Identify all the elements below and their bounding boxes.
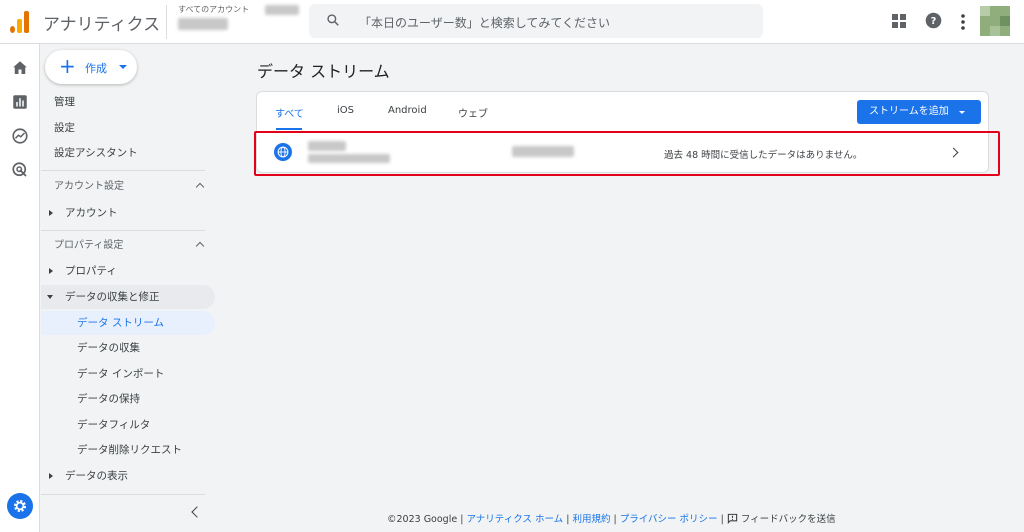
account-name-redacted xyxy=(178,18,228,30)
admin-nav: + 作成 管理 設定 設定アシスタント アカウント設定 アカウント プロパティ設… xyxy=(41,44,216,532)
add-stream-label: ストリームを追加 xyxy=(869,106,949,117)
top-app-bar: アナリティクス すべてのアカウント 「本日のユーザー数」と検索してみてください … xyxy=(0,0,1024,44)
footer-sep: | xyxy=(460,514,464,525)
footer-sep: | xyxy=(566,514,570,525)
nav-item-data-streams[interactable]: データ ストリーム xyxy=(41,311,215,335)
tab-web[interactable]: ウェブ xyxy=(458,105,488,120)
search-input[interactable]: 「本日のユーザー数」と検索してみてください xyxy=(359,14,610,31)
active-tab-indicator xyxy=(276,128,302,130)
nav-item-admin[interactable]: 管理 xyxy=(41,90,215,114)
expand-down-icon xyxy=(47,295,53,299)
nav-item-data-import[interactable]: データ インポート xyxy=(41,362,215,386)
admin-settings-button[interactable] xyxy=(7,493,33,519)
footer-link-terms[interactable]: 利用規約 xyxy=(572,514,610,525)
home-icon[interactable] xyxy=(11,59,29,77)
account-id-redacted xyxy=(265,5,299,15)
svg-text:?: ? xyxy=(931,16,937,27)
footer-copyright: ©2023 Google xyxy=(387,514,458,525)
expand-right-icon xyxy=(49,268,53,274)
add-stream-button[interactable]: ストリームを追加 xyxy=(857,100,981,124)
footer: ©2023 Google | アナリティクス ホーム | 利用規約 | プライバ… xyxy=(387,511,836,525)
collapse-nav-icon[interactable] xyxy=(191,506,203,518)
nav-item-data-display-label: データの表示 xyxy=(65,470,128,482)
nav-item-data-collection-label: データの収集と修正 xyxy=(65,291,160,303)
chevron-up-icon xyxy=(195,241,205,251)
nav-item-data-deletion[interactable]: データ削除リクエスト xyxy=(41,438,215,462)
nav-item-property-label: プロパティ xyxy=(65,265,117,277)
nav-item-property[interactable]: プロパティ xyxy=(41,259,215,283)
apps-icon[interactable] xyxy=(892,14,906,28)
nav-item-data-display[interactable]: データの表示 xyxy=(41,464,215,488)
app-title[interactable]: アナリティクス xyxy=(43,10,160,35)
avatar[interactable] xyxy=(980,6,1010,36)
feedback-link[interactable]: フィードバックを送信 xyxy=(727,513,836,525)
footer-link-analytics-home[interactable]: アナリティクス ホーム xyxy=(466,514,563,525)
nav-item-account-label: アカウント xyxy=(65,207,118,219)
search-bar[interactable]: 「本日のユーザー数」と検索してみてください xyxy=(309,4,763,38)
more-vert-icon[interactable] xyxy=(960,14,966,30)
property-settings-label: プロパティ設定 xyxy=(54,240,124,251)
left-rail xyxy=(0,44,40,532)
footer-link-privacy[interactable]: プライバシー ポリシー xyxy=(620,514,718,525)
search-icon xyxy=(327,14,339,26)
account-settings-label: アカウント設定 xyxy=(54,181,124,192)
plus-icon: + xyxy=(59,54,76,78)
nav-divider xyxy=(41,230,205,231)
nav-item-data-retention[interactable]: データの保持 xyxy=(41,387,215,411)
expand-right-icon xyxy=(49,210,53,216)
page-title: データ ストリーム xyxy=(257,62,390,81)
tab-all[interactable]: すべて xyxy=(275,105,304,120)
footer-sep: | xyxy=(613,514,617,525)
account-picker[interactable]: すべてのアカウント xyxy=(166,5,299,39)
advertising-icon[interactable] xyxy=(11,161,29,179)
expand-right-icon xyxy=(49,473,53,479)
create-button-label: 作成 xyxy=(85,62,107,75)
account-settings-header[interactable]: アカウント設定 xyxy=(41,175,215,199)
property-settings-header[interactable]: プロパティ設定 xyxy=(41,234,215,258)
chevron-up-icon xyxy=(195,182,205,192)
nav-item-settings[interactable]: 設定 xyxy=(41,116,215,140)
nav-item-account[interactable]: アカウント xyxy=(41,201,215,225)
footer-sep: | xyxy=(720,514,724,525)
nav-item-setup-assistant[interactable]: 設定アシスタント xyxy=(41,141,215,165)
feedback-icon xyxy=(727,513,738,524)
nav-item-data-collection[interactable]: データの収集と修正 xyxy=(41,285,215,309)
dropdown-caret-icon xyxy=(959,111,965,114)
tab-ios[interactable]: iOS xyxy=(337,105,354,116)
nav-item-data-filters[interactable]: データフィルタ xyxy=(41,413,215,437)
settings-icon xyxy=(14,500,26,512)
help-icon[interactable]: ? xyxy=(925,12,942,29)
create-button[interactable]: + 作成 xyxy=(45,50,137,84)
nav-divider xyxy=(41,170,205,171)
analytics-logo-icon[interactable] xyxy=(10,11,30,33)
feedback-label: フィードバックを送信 xyxy=(740,514,836,525)
dropdown-caret-icon xyxy=(119,65,127,69)
nav-item-data-collect[interactable]: データの収集 xyxy=(41,336,215,360)
account-label: すべてのアカウント xyxy=(178,5,250,14)
tab-android[interactable]: Android xyxy=(388,105,427,116)
reports-icon[interactable] xyxy=(11,93,29,111)
nav-divider xyxy=(41,494,205,495)
highlight-box xyxy=(254,131,1000,176)
explore-icon[interactable] xyxy=(11,127,29,145)
